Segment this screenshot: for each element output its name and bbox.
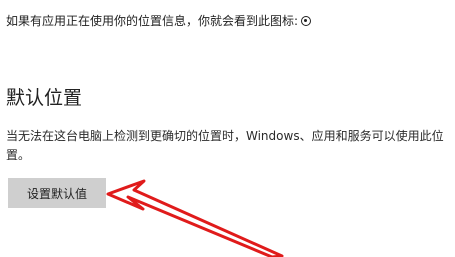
location-in-use-info: 如果有应用正在使用你的位置信息，你就会看到此图标: xyxy=(6,13,451,29)
set-default-button[interactable]: 设置默认值 xyxy=(8,178,106,208)
arrow-head xyxy=(106,179,284,257)
default-location-description: 当无法在这台电脑上检测到更确切的位置时，Windows、应用和服务可以使用此位置… xyxy=(6,129,444,162)
default-location-heading: 默认位置 xyxy=(6,87,83,109)
location-in-use-text: 如果有应用正在使用你的位置信息，你就会看到此图标: xyxy=(6,14,299,28)
location-in-use-icon xyxy=(301,16,312,26)
